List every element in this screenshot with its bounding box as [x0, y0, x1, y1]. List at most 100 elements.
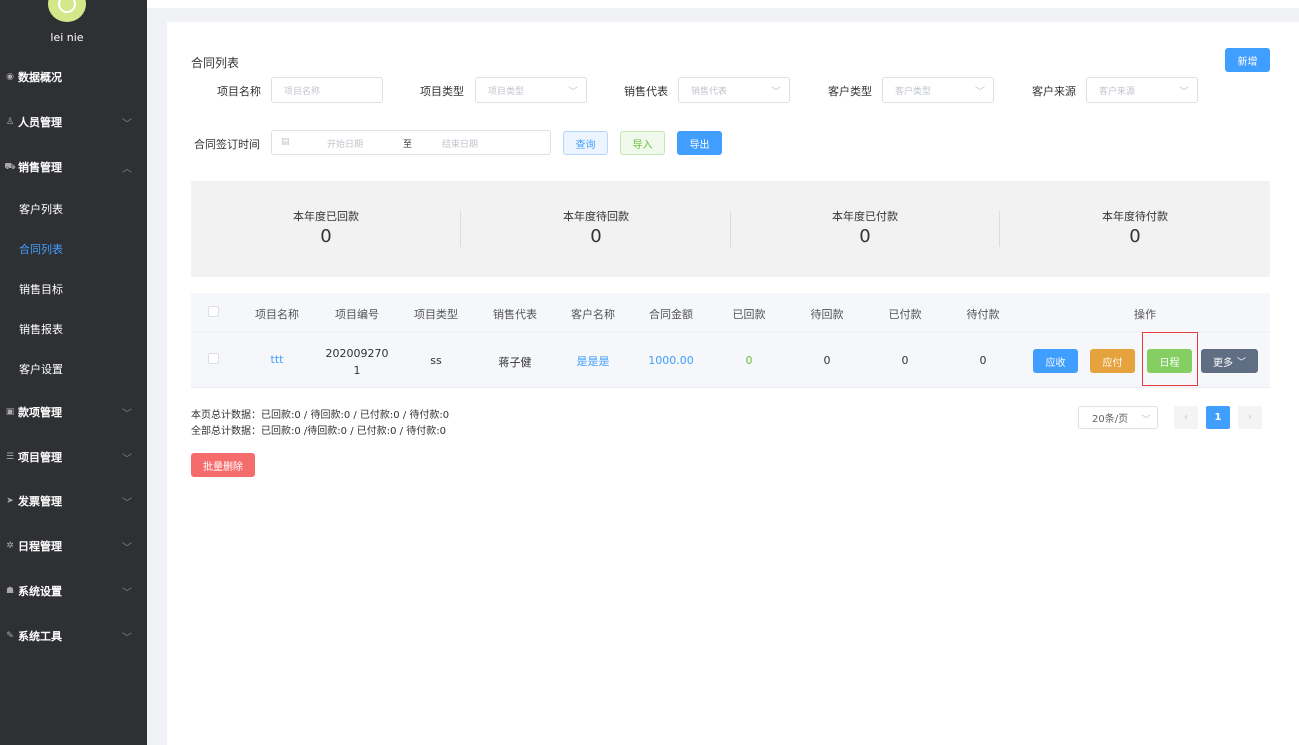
- chevron-down-icon: ﹀: [975, 87, 985, 98]
- chevron-down-icon: ﹀: [1141, 415, 1151, 426]
- sidebar-sub-customer-settings[interactable]: 客户设置: [0, 354, 147, 384]
- page-number-button[interactable]: 1: [1206, 406, 1230, 429]
- chevron-down-icon: ﹀: [122, 542, 132, 554]
- stat-label: 本年度已回款: [293, 210, 359, 223]
- column-header: 已付款: [888, 308, 922, 321]
- summary-panel: 本年度已回款 0 本年度待回款 0 本年度已付款 0 本年度待付款 0: [191, 181, 1270, 277]
- project-code-line: 1: [353, 364, 361, 377]
- sidebar-item-payments[interactable]: ▣ 款项管理 ﹀: [0, 397, 147, 427]
- chevron-down-icon: ﹀: [122, 453, 132, 465]
- project-type-select[interactable]: 项目类型 ﹀: [475, 77, 587, 103]
- chevron-down-icon: ﹀: [122, 497, 132, 509]
- sales-rep: 蒋子健: [498, 356, 532, 369]
- sidebar-item-sales[interactable]: ⛟ 销售管理 ︿: [0, 152, 147, 182]
- column-header: 合同金额: [649, 308, 693, 321]
- batch-delete-button[interactable]: 批量删除: [191, 453, 255, 477]
- page-totals: 本页总计数据：已回款:0 / 待回款:0 / 已付款:0 / 待付款:0: [191, 410, 450, 421]
- project-name-link[interactable]: ttt: [247, 353, 307, 366]
- table-header: 项目名称 项目编号 项目类型 销售代表 客户名称 合同金额 已回款 待回款 已付…: [191, 293, 1270, 333]
- avatar-icon: [58, 0, 76, 13]
- query-button[interactable]: 查询: [563, 131, 608, 155]
- sidebar-item-staff[interactable]: ♙ 人员管理 ﹀: [0, 107, 147, 137]
- chevron-down-icon: ﹀: [122, 118, 132, 130]
- wrench-icon: ✎: [6, 631, 14, 641]
- received-amount: 0: [745, 354, 753, 367]
- page-size-select[interactable]: 20条/页 ﹀: [1078, 406, 1158, 429]
- filter-label-sales-rep: 销售代表: [624, 85, 668, 98]
- select-all-checkbox[interactable]: [208, 306, 219, 317]
- sidebar-item-label: 人员管理: [18, 116, 62, 129]
- export-button[interactable]: 导出: [677, 131, 722, 155]
- stat-label: 本年度已付款: [832, 210, 898, 223]
- stat-paid: 本年度已付款 0: [730, 181, 1000, 277]
- column-header: 操作: [1134, 308, 1156, 321]
- sidebar-item-label: 销售管理: [18, 161, 62, 174]
- start-date-input[interactable]: 开始日期: [327, 137, 363, 150]
- username: lei nie: [50, 31, 84, 44]
- paid-amount: 0: [901, 354, 909, 367]
- filter-label-project-type: 项目类型: [420, 85, 464, 98]
- stat-label: 本年度待付款: [1102, 210, 1168, 223]
- sidebar-item-invoices[interactable]: ➤ 发票管理 ﹀: [0, 486, 147, 516]
- project-name-input[interactable]: 项目名称: [271, 77, 383, 103]
- column-header: 待付款: [966, 308, 1000, 321]
- sidebar-sub-sales-target[interactable]: 销售目标: [0, 274, 147, 304]
- column-header: 客户名称: [571, 308, 615, 321]
- cart-icon: ⛟: [4, 161, 16, 172]
- new-button[interactable]: 新增: [1225, 48, 1270, 72]
- sidebar-sub-customer-list[interactable]: 客户列表: [0, 194, 147, 224]
- chevron-down-icon: ﹀: [1179, 87, 1189, 98]
- sidebar-item-label: 发票管理: [18, 495, 62, 508]
- column-header: 项目编号: [335, 308, 379, 321]
- stat-label: 本年度待回款: [563, 210, 629, 223]
- sidebar-item-label: 日程管理: [18, 540, 62, 553]
- money-icon: ▣: [5, 407, 15, 417]
- page-title: 合同列表: [191, 56, 240, 70]
- highlight-box: [1142, 332, 1198, 386]
- column-header: 销售代表: [493, 308, 537, 321]
- prev-page-button[interactable]: ‹: [1174, 406, 1198, 429]
- users-icon: ☗: [5, 586, 15, 596]
- project-type: ss: [430, 354, 442, 367]
- user-icon: ♙: [5, 117, 15, 127]
- select-placeholder: 项目类型: [488, 86, 525, 97]
- receivable-button[interactable]: 应收: [1033, 349, 1078, 373]
- sidebar-item-projects[interactable]: ☰ 项目管理 ﹀: [0, 442, 147, 472]
- avatar[interactable]: [48, 0, 86, 22]
- sidebar-sub-sales-report[interactable]: 销售报表: [0, 314, 147, 344]
- sales-rep-select[interactable]: 销售代表 ﹀: [678, 77, 790, 103]
- sidebar-item-system-tools[interactable]: ✎ 系统工具 ﹀: [0, 621, 147, 651]
- sign-date-range-picker[interactable]: ▤ 开始日期 至 结束日期: [271, 130, 551, 155]
- sidebar-item-label: 系统工具: [18, 630, 62, 643]
- sidebar-item-system-settings[interactable]: ☗ 系统设置 ﹀: [0, 576, 147, 606]
- contract-amount[interactable]: 1000.00: [641, 354, 701, 367]
- filter-label-sign-date: 合同签订时间: [194, 138, 260, 151]
- customer-source-select[interactable]: 客户来源 ﹀: [1086, 77, 1198, 103]
- sidebar-item-dashboard[interactable]: ◉ 数据概况: [0, 62, 147, 92]
- date-range-separator: 至: [403, 140, 413, 150]
- select-placeholder: 客户类型: [895, 86, 932, 97]
- next-page-button[interactable]: ›: [1238, 406, 1262, 429]
- stat-value: 0: [1129, 226, 1141, 247]
- chevron-down-icon: ﹀: [568, 87, 578, 98]
- more-label: 更多: [1212, 357, 1233, 369]
- sidebar: lei nie ◉ 数据概况 ♙ 人员管理 ﹀ ⛟ 销售管理 ︿ 客户列表 合同…: [0, 0, 147, 745]
- filter-label-customer-type: 客户类型: [828, 85, 872, 98]
- stat-received: 本年度已回款 0: [191, 181, 461, 277]
- filter-label-customer-source: 客户来源: [1032, 85, 1076, 98]
- sidebar-item-schedule[interactable]: ✲ 日程管理 ﹀: [0, 531, 147, 561]
- end-date-input[interactable]: 结束日期: [442, 137, 478, 150]
- import-button[interactable]: 导入: [620, 131, 665, 155]
- payable-button[interactable]: 应付: [1090, 349, 1135, 373]
- stat-value: 0: [590, 226, 602, 247]
- chevron-down-icon: ﹀: [122, 408, 132, 420]
- chevron-down-icon: ﹀: [771, 87, 781, 98]
- customer-name-link[interactable]: 是是是: [563, 353, 623, 369]
- row-checkbox[interactable]: [208, 353, 219, 364]
- project-code: 202009270 1: [322, 345, 392, 379]
- stat-value: 0: [859, 226, 871, 247]
- sidebar-sub-contract-list[interactable]: 合同列表: [0, 234, 147, 264]
- column-header: 项目类型: [414, 308, 458, 321]
- more-dropdown-button[interactable]: 更多 ﹀: [1201, 349, 1258, 373]
- customer-type-select[interactable]: 客户类型 ﹀: [882, 77, 994, 103]
